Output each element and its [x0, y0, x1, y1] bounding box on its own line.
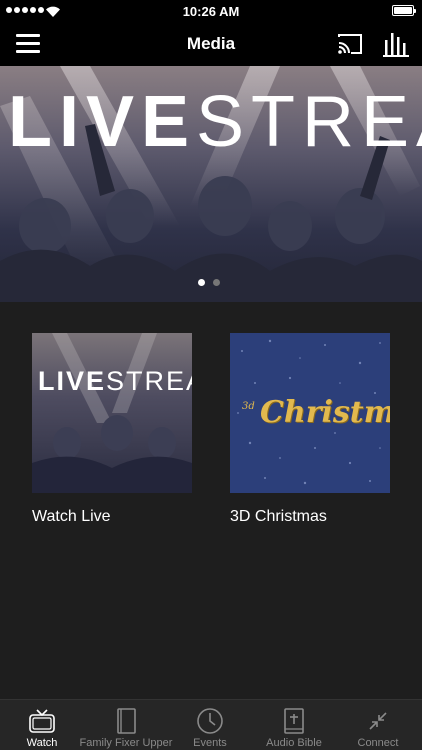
media-card-3d-christmas[interactable]: 3d Christmas 3D Christmas	[230, 333, 390, 526]
media-card-watch-live[interactable]: LIVESTREAM Watch Live	[32, 333, 192, 526]
clock-icon	[197, 708, 223, 734]
navigation-bar: Media	[0, 22, 422, 66]
tab-label: Connect	[357, 737, 399, 749]
page-indicator	[198, 279, 220, 286]
christmas-thumb-script-text: Christmas	[260, 395, 390, 430]
watch-live-thumb-text: LIVESTREAM	[38, 366, 192, 397]
hero-title-bold: LIVE	[8, 82, 197, 162]
bible-icon	[284, 708, 304, 734]
hero-banner[interactable]: LIVESTREAM	[0, 66, 422, 302]
tab-events[interactable]: Events	[168, 700, 252, 750]
tab-connect[interactable]: Connect	[336, 700, 420, 750]
connect-icon	[369, 712, 387, 730]
status-time: 10:26 AM	[182, 4, 240, 19]
cast-button[interactable]	[336, 32, 364, 56]
book-icon	[117, 708, 136, 734]
status-bar: 10:26 AM	[0, 0, 422, 22]
tab-audio-bible[interactable]: Audio Bible	[252, 700, 336, 750]
hero-title: LIVESTREAM	[8, 86, 422, 158]
watch-live-thumbnail: LIVESTREAM	[32, 333, 192, 493]
media-card-label: 3D Christmas	[230, 508, 327, 525]
christmas-thumb-small-text: 3d	[242, 401, 255, 412]
media-card-label: Watch Live	[32, 508, 111, 525]
battery-icon	[392, 5, 416, 16]
christmas-thumbnail: 3d Christmas	[230, 333, 390, 493]
watch-live-thumb-light: STREAM	[106, 366, 192, 396]
tv-icon	[29, 709, 55, 733]
watch-live-thumb-bold: LIVE	[38, 366, 107, 396]
hero-title-light: STREAM	[196, 82, 422, 162]
audio-bars-button[interactable]	[383, 31, 409, 57]
tab-family-fixer-upper[interactable]: Family Fixer Upper	[80, 700, 172, 750]
tab-watch[interactable]: Watch	[0, 700, 84, 750]
page-dot-1[interactable]	[198, 279, 205, 286]
tab-bar: Watch Family Fixer Upper Events Audio Bi…	[0, 699, 422, 750]
page-dot-2[interactable]	[213, 279, 220, 286]
